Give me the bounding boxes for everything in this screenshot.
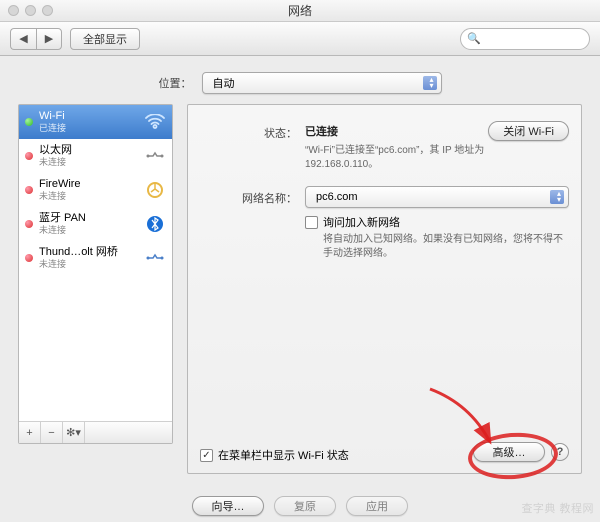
search-icon: 🔍 <box>467 32 481 45</box>
firewire-icon <box>144 179 166 201</box>
toggle-wifi-button[interactable]: 关闭 Wi-Fi <box>488 121 569 141</box>
show-menubar-checkbox[interactable]: ✓ <box>200 449 213 462</box>
sidebar-item-bluetooth[interactable]: 蓝牙 PAN未连接 <box>19 207 172 241</box>
search-input[interactable]: 🔍 <box>460 28 590 50</box>
apply-button[interactable]: 应用 <box>346 496 408 516</box>
status-dot-icon <box>25 254 33 262</box>
bluetooth-icon <box>144 213 166 235</box>
ask-join-label: 询问加入新网络 <box>323 214 400 230</box>
status-dot-icon <box>25 152 33 160</box>
ask-join-hint: 将自动加入已知网络。如果没有已知网络，您将不得不手动选择网络。 <box>323 233 563 261</box>
assist-button[interactable]: 向导… <box>192 496 264 516</box>
ask-join-checkbox[interactable] <box>305 216 318 229</box>
status-label: 状态： <box>200 121 305 141</box>
window-title: 网络 <box>0 2 600 19</box>
action-gear-button[interactable]: ✻▾ <box>63 422 85 443</box>
ethernet-icon <box>144 145 166 167</box>
show-all-button[interactable]: 全部显示 <box>70 28 140 50</box>
thunderbolt-icon <box>144 247 166 269</box>
network-name-popup[interactable]: pc6.com ▴▾ <box>305 186 569 208</box>
status-dot-icon <box>25 118 33 126</box>
status-detail: “Wi-Fi”已连接至“pc6.com”，其 IP 地址为 192.168.0.… <box>305 144 545 172</box>
status-dot-icon <box>25 186 33 194</box>
location-label: 位置： <box>159 75 192 91</box>
zoom-icon[interactable] <box>42 5 53 16</box>
sidebar-item-ethernet[interactable]: 以太网未连接 <box>19 139 172 173</box>
close-icon[interactable] <box>8 5 19 16</box>
network-list: Wi-Fi已连接 以太网未连接 FireWire未连接 蓝牙 PAN未连接 Th <box>18 104 173 444</box>
location-popup[interactable]: 自动 ▴▾ <box>202 72 442 94</box>
status-value: 已连接 <box>305 123 338 139</box>
chevron-updown-icon: ▴▾ <box>557 191 561 203</box>
detail-panel: 状态： 已连接 关闭 Wi-Fi “Wi-Fi”已连接至“pc6.com”，其 … <box>187 104 582 474</box>
sidebar-item-wifi[interactable]: Wi-Fi已连接 <box>19 105 172 139</box>
advanced-button[interactable]: 高级… <box>473 442 545 462</box>
wifi-icon <box>144 111 166 133</box>
add-interface-button[interactable]: + <box>19 422 41 443</box>
status-dot-icon <box>25 220 33 228</box>
remove-interface-button[interactable]: − <box>41 422 63 443</box>
help-button[interactable]: ? <box>551 443 569 461</box>
network-name-label: 网络名称： <box>200 186 305 206</box>
sidebar-item-thunderbolt[interactable]: Thund…olt 网桥未连接 <box>19 241 172 275</box>
show-menubar-label: 在菜单栏中显示 Wi-Fi 状态 <box>218 447 349 463</box>
sidebar-item-firewire[interactable]: FireWire未连接 <box>19 173 172 207</box>
minimize-icon[interactable] <box>25 5 36 16</box>
revert-button[interactable]: 复原 <box>274 496 336 516</box>
back-button[interactable]: ◀ <box>10 28 36 50</box>
forward-button[interactable]: ▶ <box>36 28 62 50</box>
chevron-updown-icon: ▴▾ <box>429 77 433 89</box>
